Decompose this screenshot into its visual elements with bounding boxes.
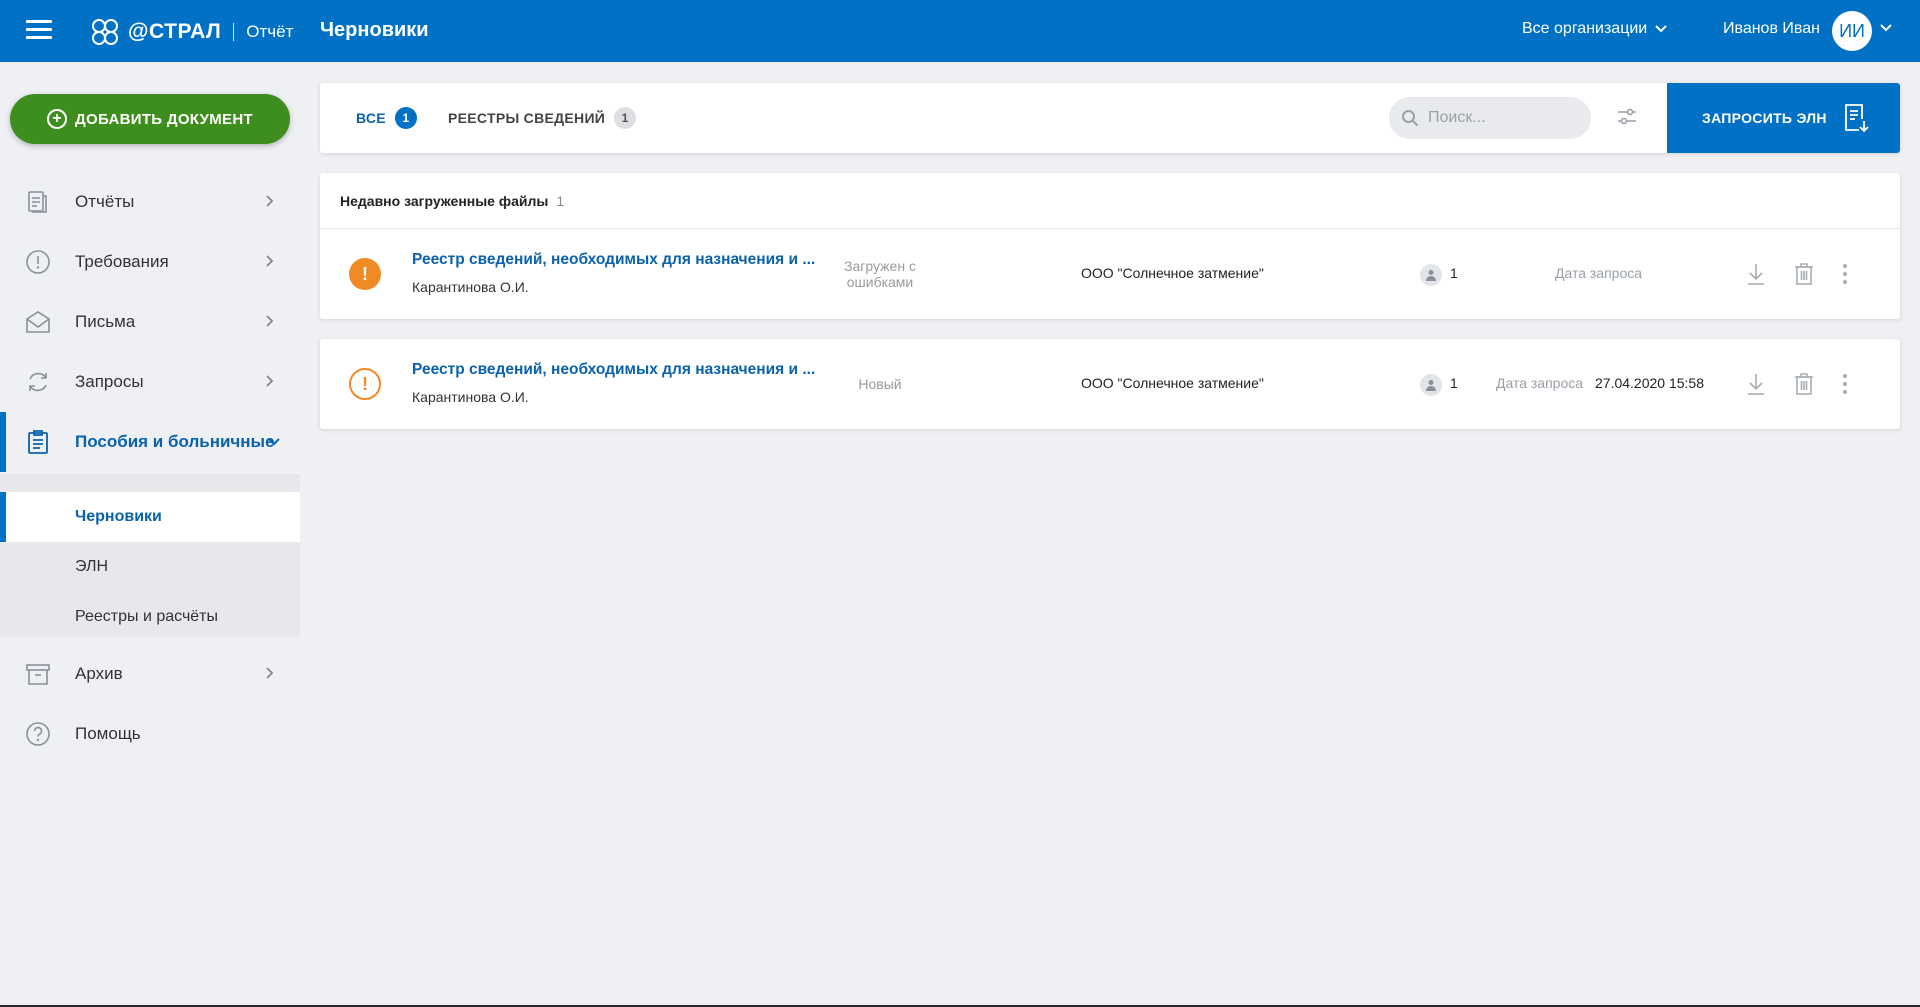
- sidebar-item-help[interactable]: Помощь: [0, 704, 300, 764]
- chevron-right-icon: [266, 667, 274, 679]
- refresh-icon: [29, 372, 47, 392]
- sidebar-item-label: Требования: [75, 252, 169, 271]
- document-author: Карантинова О.И.: [412, 279, 529, 295]
- sidebar-item-archive[interactable]: Архив: [0, 644, 300, 704]
- sidebar-item-queries[interactable]: Запросы: [0, 352, 300, 412]
- sidebar-item-label: Письма: [75, 312, 136, 331]
- sidebar-subitem-registries[interactable]: Реестры и расчёты: [0, 592, 300, 642]
- sidebar-subitem-label: ЭЛН: [75, 558, 109, 575]
- sidebar-item-label: Запросы: [75, 372, 144, 391]
- sidebar-item-label: Отчёты: [75, 192, 135, 211]
- tab-label: ВСЕ: [356, 110, 386, 126]
- clipboard-icon: [28, 430, 48, 454]
- search-input[interactable]: [1428, 109, 1578, 127]
- request-date-label: Дата запроса: [1555, 265, 1643, 281]
- count-badge: 1: [394, 107, 417, 129]
- document-organization: ООО "Солнечное затмение": [1081, 265, 1264, 281]
- page-title: Черновики: [320, 19, 429, 41]
- sidebar-item-label: Помощь: [75, 724, 141, 743]
- tab-registries[interactable]: РЕЕСТРЫ СВЕДЕНИЙ 1: [448, 107, 637, 129]
- add-document-button[interactable]: + ДОБАВИТЬ ДОКУМЕНТ: [10, 94, 290, 144]
- trash-icon[interactable]: [1794, 262, 1814, 286]
- error-filled-icon: !: [349, 258, 381, 290]
- top-bar: @СТРАЛ Отчёт Черновики Все организации И…: [0, 0, 1920, 62]
- tab-label: РЕЕСТРЫ СВЕДЕНИЙ: [448, 110, 606, 126]
- add-document-label: ДОБАВИТЬ ДОКУМЕНТ: [75, 110, 253, 128]
- reports-icon: [28, 191, 47, 213]
- request-eln-label: ЗАПРОСИТЬ ЭЛН: [1702, 110, 1827, 126]
- tab-all[interactable]: ВСЕ 1: [356, 107, 417, 129]
- download-icon[interactable]: [1746, 262, 1766, 286]
- chevron-right-icon: [266, 195, 274, 207]
- document-title-link[interactable]: Реестр сведений, необходимых для назначе…: [412, 361, 815, 379]
- sidebar-item-label: Пособия и больничные: [75, 432, 275, 451]
- logo-brand: @СТРАЛ: [128, 20, 222, 43]
- recent-files-card: Недавно загруженные файлы 1 ! Реестр свед…: [320, 173, 1900, 319]
- request-date-value: 27.04.2020 15:58: [1595, 375, 1704, 391]
- recent-files-title: Недавно загруженные файлы: [340, 193, 549, 209]
- astral-logo-icon: [92, 19, 118, 45]
- recipients-count: 1: [1450, 265, 1458, 281]
- warning-outline-icon: !: [349, 368, 381, 400]
- app-logo[interactable]: @СТРАЛ Отчёт: [88, 12, 293, 52]
- alert-circle-icon: [26, 250, 50, 274]
- request-eln-button[interactable]: ЗАПРОСИТЬ ЭЛН: [1667, 83, 1900, 153]
- person-icon: [1420, 264, 1442, 286]
- search-icon: [1402, 110, 1419, 127]
- document-title-link[interactable]: Реестр сведений, необходимых для назначе…: [412, 251, 815, 269]
- document-row[interactable]: ! Реестр сведений, необходимых для назна…: [320, 229, 1900, 319]
- plus-icon: +: [47, 109, 68, 129]
- request-date-label: Дата запроса: [1496, 375, 1584, 391]
- chevron-down-icon[interactable]: [1880, 24, 1892, 32]
- chevron-right-icon: [266, 255, 274, 267]
- sidebar-subitem-drafts[interactable]: Черновики: [0, 492, 300, 542]
- sidebar-subnav: Черновики ЭЛН Реестры и расчёты: [0, 474, 300, 637]
- organization-select[interactable]: Все организации: [1522, 20, 1667, 38]
- sidebar: + ДОБАВИТЬ ДОКУМЕНТ Отчёты Требования Пи…: [0, 62, 300, 1007]
- person-icon: [1420, 374, 1442, 396]
- logo-product: Отчёт: [246, 22, 294, 41]
- sidebar-subitem-eln[interactable]: ЭЛН: [0, 542, 300, 592]
- recipients-count: 1: [1450, 375, 1458, 391]
- document-organization: ООО "Солнечное затмение": [1081, 375, 1264, 391]
- user-name[interactable]: Иванов Иван: [1723, 20, 1820, 38]
- document-row[interactable]: ! Реестр сведений, необходимых для назна…: [320, 339, 1900, 429]
- archive-icon: [26, 664, 50, 685]
- document-status: Новый: [858, 376, 902, 392]
- avatar[interactable]: ИИ: [1832, 11, 1872, 51]
- envelope-icon: [26, 311, 50, 333]
- document-author: Карантинова О.И.: [412, 389, 529, 405]
- document-toolbar: ВСЕ 1 РЕЕСТРЫ СВЕДЕНИЙ 1 ЗАПРОСИТЬ ЭЛН: [320, 83, 1900, 153]
- chevron-right-icon: [266, 315, 274, 327]
- search-box: [1389, 97, 1591, 139]
- recent-files-heading: Недавно загруженные файлы 1: [340, 193, 564, 209]
- sidebar-item-benefits[interactable]: Пособия и больничные: [0, 412, 300, 472]
- chevron-down-icon: [1655, 25, 1667, 33]
- filter-sliders-icon[interactable]: [1616, 107, 1638, 127]
- sidebar-item-reports[interactable]: Отчёты: [0, 172, 300, 232]
- chevron-right-icon: [266, 375, 274, 387]
- sidebar-subitem-label: Черновики: [75, 508, 162, 525]
- more-vertical-icon[interactable]: [1842, 262, 1848, 286]
- organization-select-label: Все организации: [1522, 20, 1648, 37]
- recent-files-count: 1: [556, 193, 565, 209]
- sidebar-item-letters[interactable]: Письма: [0, 292, 300, 352]
- count-badge: 1: [614, 107, 637, 129]
- menu-icon[interactable]: [26, 20, 52, 42]
- help-icon: [26, 722, 50, 746]
- document-download-icon: [1844, 104, 1869, 133]
- chevron-down-icon: [268, 438, 280, 446]
- logo-separator: [233, 23, 235, 41]
- more-vertical-icon[interactable]: [1842, 372, 1848, 396]
- sidebar-subitem-label: Реестры и расчёты: [75, 608, 218, 625]
- document-status: Загружен с ошибками: [844, 258, 916, 290]
- sidebar-item-label: Архив: [75, 664, 123, 683]
- download-icon[interactable]: [1746, 372, 1766, 396]
- trash-icon[interactable]: [1794, 372, 1814, 396]
- sidebar-item-requirements[interactable]: Требования: [0, 232, 300, 292]
